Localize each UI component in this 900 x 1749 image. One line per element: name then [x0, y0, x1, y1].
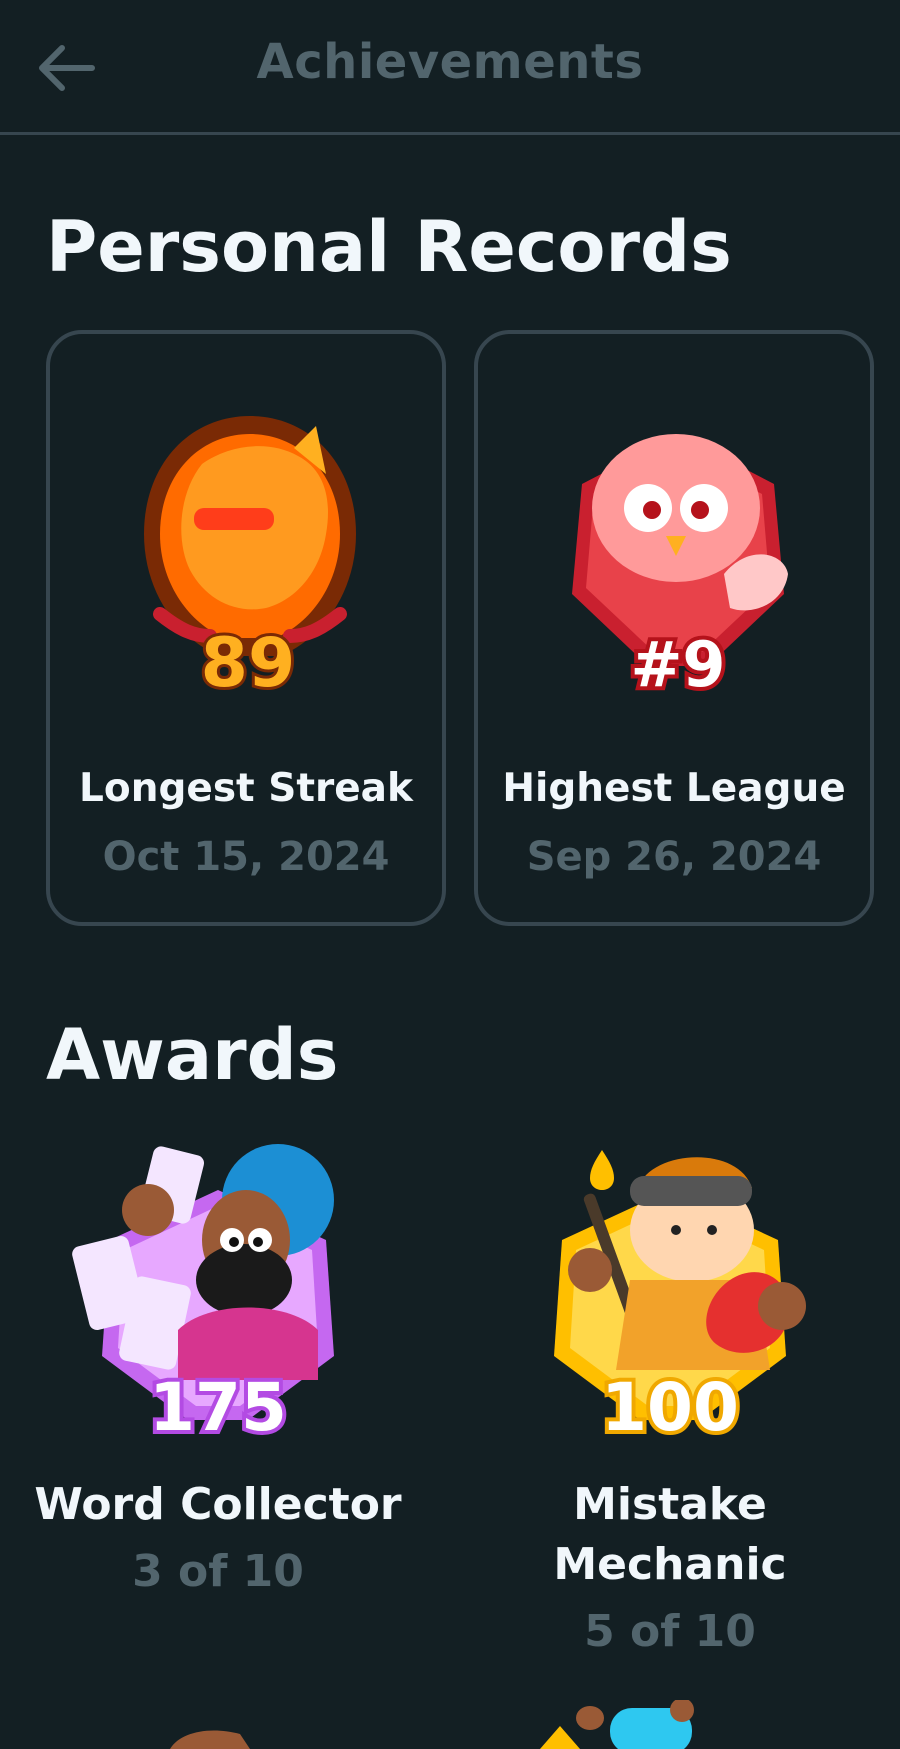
longest-streak-card[interactable]: 89 Longest Streak Oct 15, 2024: [46, 330, 446, 926]
top-bar: Achievements: [0, 0, 900, 135]
awards-heading: Awards: [46, 1014, 339, 1096]
longest-streak-date: Oct 15, 2024: [102, 834, 390, 880]
streak-badge-number: 89: [201, 624, 296, 703]
highest-league-card[interactable]: #9 Highest League Sep 26, 2024: [474, 330, 874, 926]
mistake-mechanic-progress: 5 of 10: [584, 1606, 756, 1657]
word-collector-award[interactable]: 175 Word Collector 3 of 10: [8, 1130, 428, 1597]
longest-streak-label: Longest Streak: [79, 766, 413, 811]
page-title: Achievements: [256, 34, 644, 90]
next-award-badge-icon: [170, 1730, 250, 1749]
league-badge-number: #9: [630, 628, 725, 701]
flame-duo-badge-icon: 89: [144, 416, 356, 704]
mistake-mechanic-badge-number: 100: [601, 1369, 739, 1446]
next-award-badge-icon-2: [540, 1700, 694, 1749]
ruby-league-duo-badge-icon: #9: [572, 434, 788, 704]
highest-league-label: Highest League: [502, 766, 846, 811]
mistake-mechanic-award[interactable]: 100 Mistake Mechanic 5 of 10: [460, 1130, 880, 1670]
word-collector-progress: 3 of 10: [132, 1546, 304, 1597]
mistake-mechanic-badge-icon: 100: [554, 1150, 806, 1450]
highest-league-date: Sep 26, 2024: [526, 834, 822, 880]
personal-records-heading: Personal Records: [46, 206, 732, 288]
mistake-mechanic-label: Mistake Mechanic: [553, 1479, 787, 1590]
word-collector-badge-number: 175: [149, 1369, 287, 1446]
word-collector-label: Word Collector: [34, 1479, 402, 1530]
word-collector-badge-icon: 175: [72, 1144, 334, 1450]
